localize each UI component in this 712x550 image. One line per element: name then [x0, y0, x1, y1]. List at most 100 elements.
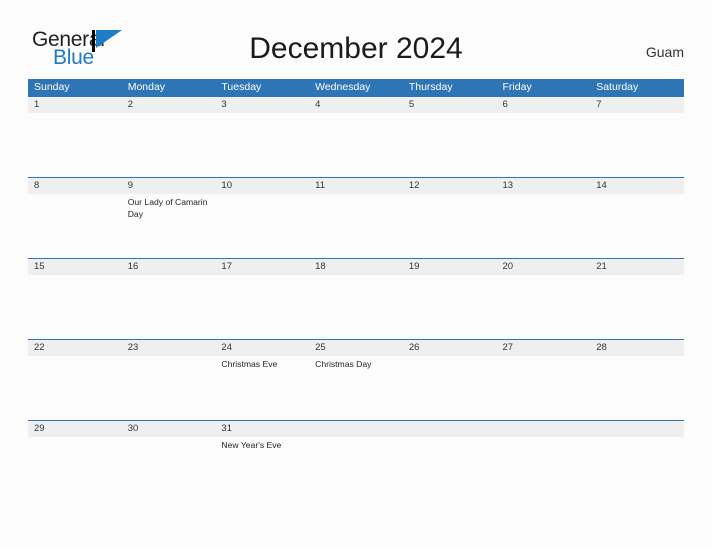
date-number-strip: 29 30 31: [28, 420, 684, 437]
calendar-page: General Blue December 2024 Guam Sunday Mo…: [0, 0, 712, 550]
day-number[interactable]: 3: [215, 97, 309, 113]
day-number[interactable]: 17: [215, 259, 309, 275]
date-number-strip: 22 23 24 25 26 27 28: [28, 339, 684, 356]
day-number[interactable]: 8: [28, 178, 122, 194]
day-number[interactable]: 29: [28, 421, 122, 437]
day-cell[interactable]: [497, 194, 591, 257]
day-number[interactable]: 16: [122, 259, 216, 275]
day-number[interactable]: 15: [28, 259, 122, 275]
day-cell[interactable]: [215, 275, 309, 338]
date-number-strip: 8 9 10 11 12 13 14: [28, 177, 684, 194]
events-row: [28, 113, 684, 176]
day-number[interactable]: 27: [497, 340, 591, 356]
day-number[interactable]: 11: [309, 178, 403, 194]
weekday-header-monday: Monday: [127, 81, 166, 93]
day-number[interactable]: 23: [122, 340, 216, 356]
page-title: December 2024: [249, 32, 463, 65]
day-number-empty: [590, 421, 684, 437]
day-cell[interactable]: [497, 437, 591, 500]
day-number[interactable]: 20: [497, 259, 591, 275]
day-cell[interactable]: [215, 113, 309, 176]
weekday-header-row: Sunday Monday Tuesday Wednesday Thursday Frid…: [28, 79, 684, 96]
region-label: Guam: [645, 44, 684, 60]
day-cell[interactable]: [590, 437, 684, 500]
day-cell[interactable]: [28, 356, 122, 419]
day-number[interactable]: 22: [28, 340, 122, 356]
day-number[interactable]: 26: [403, 340, 497, 356]
day-number[interactable]: 21: [590, 259, 684, 275]
day-cell[interactable]: [590, 275, 684, 338]
day-cell[interactable]: [28, 113, 122, 176]
events-row: New Year's Eve: [28, 437, 684, 500]
day-number[interactable]: 24: [215, 340, 309, 356]
day-cell[interactable]: [590, 113, 684, 176]
day-cell[interactable]: [403, 275, 497, 338]
calendar-week-row: 15 16 17 18 19 20 21: [28, 258, 684, 339]
day-number[interactable]: 14: [590, 178, 684, 194]
day-number[interactable]: 28: [590, 340, 684, 356]
day-cell[interactable]: Christmas Day: [309, 356, 403, 419]
day-cell[interactable]: [403, 437, 497, 500]
day-number[interactable]: 25: [309, 340, 403, 356]
day-cell[interactable]: New Year's Eve: [215, 437, 309, 500]
day-number-empty: [309, 421, 403, 437]
day-number[interactable]: 5: [403, 97, 497, 113]
weekday-header-thursday: Thursday: [408, 81, 453, 93]
day-cell[interactable]: [497, 113, 591, 176]
date-number-strip: 15 16 17 18 19 20 21: [28, 258, 684, 275]
day-number[interactable]: 9: [122, 178, 216, 194]
day-cell[interactable]: [590, 194, 684, 257]
day-number[interactable]: 4: [309, 97, 403, 113]
day-cell[interactable]: [28, 194, 122, 257]
day-cell[interactable]: [590, 356, 684, 419]
day-cell[interactable]: Our Lady of Camarin Day: [122, 194, 216, 257]
day-cell[interactable]: [122, 356, 216, 419]
day-cell[interactable]: [122, 437, 216, 500]
day-number-empty: [497, 421, 591, 437]
day-cell[interactable]: [309, 113, 403, 176]
weekday-header-sunday: Sunday: [34, 81, 70, 93]
day-cell[interactable]: [122, 113, 216, 176]
calendar-week-row: 22 23 24 25 26 27 28 Christmas Eve Christmas Day: [28, 339, 684, 420]
day-cell[interactable]: [497, 275, 591, 338]
day-number[interactable]: 12: [403, 178, 497, 194]
events-row: Christmas Eve Christmas Day: [28, 356, 684, 419]
day-cell[interactable]: [309, 437, 403, 500]
day-cell[interactable]: [403, 113, 497, 176]
weekday-header-tuesday: Tuesday: [221, 81, 262, 93]
day-number[interactable]: 31: [215, 421, 309, 437]
calendar-week-row: 8 9 10 11 12 13 14 Our Lady of Camarin Day: [28, 177, 684, 258]
calendar-week-row: 1234567: [28, 96, 684, 177]
day-cell[interactable]: [403, 194, 497, 257]
day-cell[interactable]: [122, 275, 216, 338]
day-number[interactable]: 7: [590, 97, 684, 113]
calendar-grid: Sunday Monday Tuesday Wednesday Thursday Frid…: [28, 79, 684, 501]
day-cell[interactable]: [215, 194, 309, 257]
day-number[interactable]: 18: [309, 259, 403, 275]
day-cell[interactable]: [28, 437, 122, 500]
day-number[interactable]: 30: [122, 421, 216, 437]
day-number[interactable]: 19: [403, 259, 497, 275]
day-event-label: New Year's Eve: [221, 440, 282, 450]
day-number[interactable]: 2: [122, 97, 216, 113]
day-number[interactable]: 1: [28, 97, 122, 113]
day-event-label: Our Lady of Camarin Day: [127, 197, 208, 219]
events-row: Our Lady of Camarin Day: [28, 194, 684, 257]
weekday-header-friday: Friday: [502, 81, 532, 93]
calendar-week-row: 29 30 31 New Year's Eve: [28, 420, 684, 501]
day-number-empty: [403, 421, 497, 437]
date-number-strip: 1234567: [28, 96, 684, 113]
weekday-header-wednesday: Wednesday: [315, 81, 371, 93]
day-number[interactable]: 10: [215, 178, 309, 194]
events-row: [28, 275, 684, 338]
day-number[interactable]: 13: [497, 178, 591, 194]
day-cell[interactable]: [309, 194, 403, 257]
day-cell[interactable]: [403, 356, 497, 419]
day-cell[interactable]: [497, 356, 591, 419]
day-number[interactable]: 6: [497, 97, 591, 113]
day-cell[interactable]: [28, 275, 122, 338]
weekday-header-saturday: Saturday: [596, 81, 639, 93]
page-header: General Blue December 2024 Guam: [0, 0, 712, 78]
day-cell[interactable]: [309, 275, 403, 338]
day-cell[interactable]: Christmas Eve: [215, 356, 309, 419]
